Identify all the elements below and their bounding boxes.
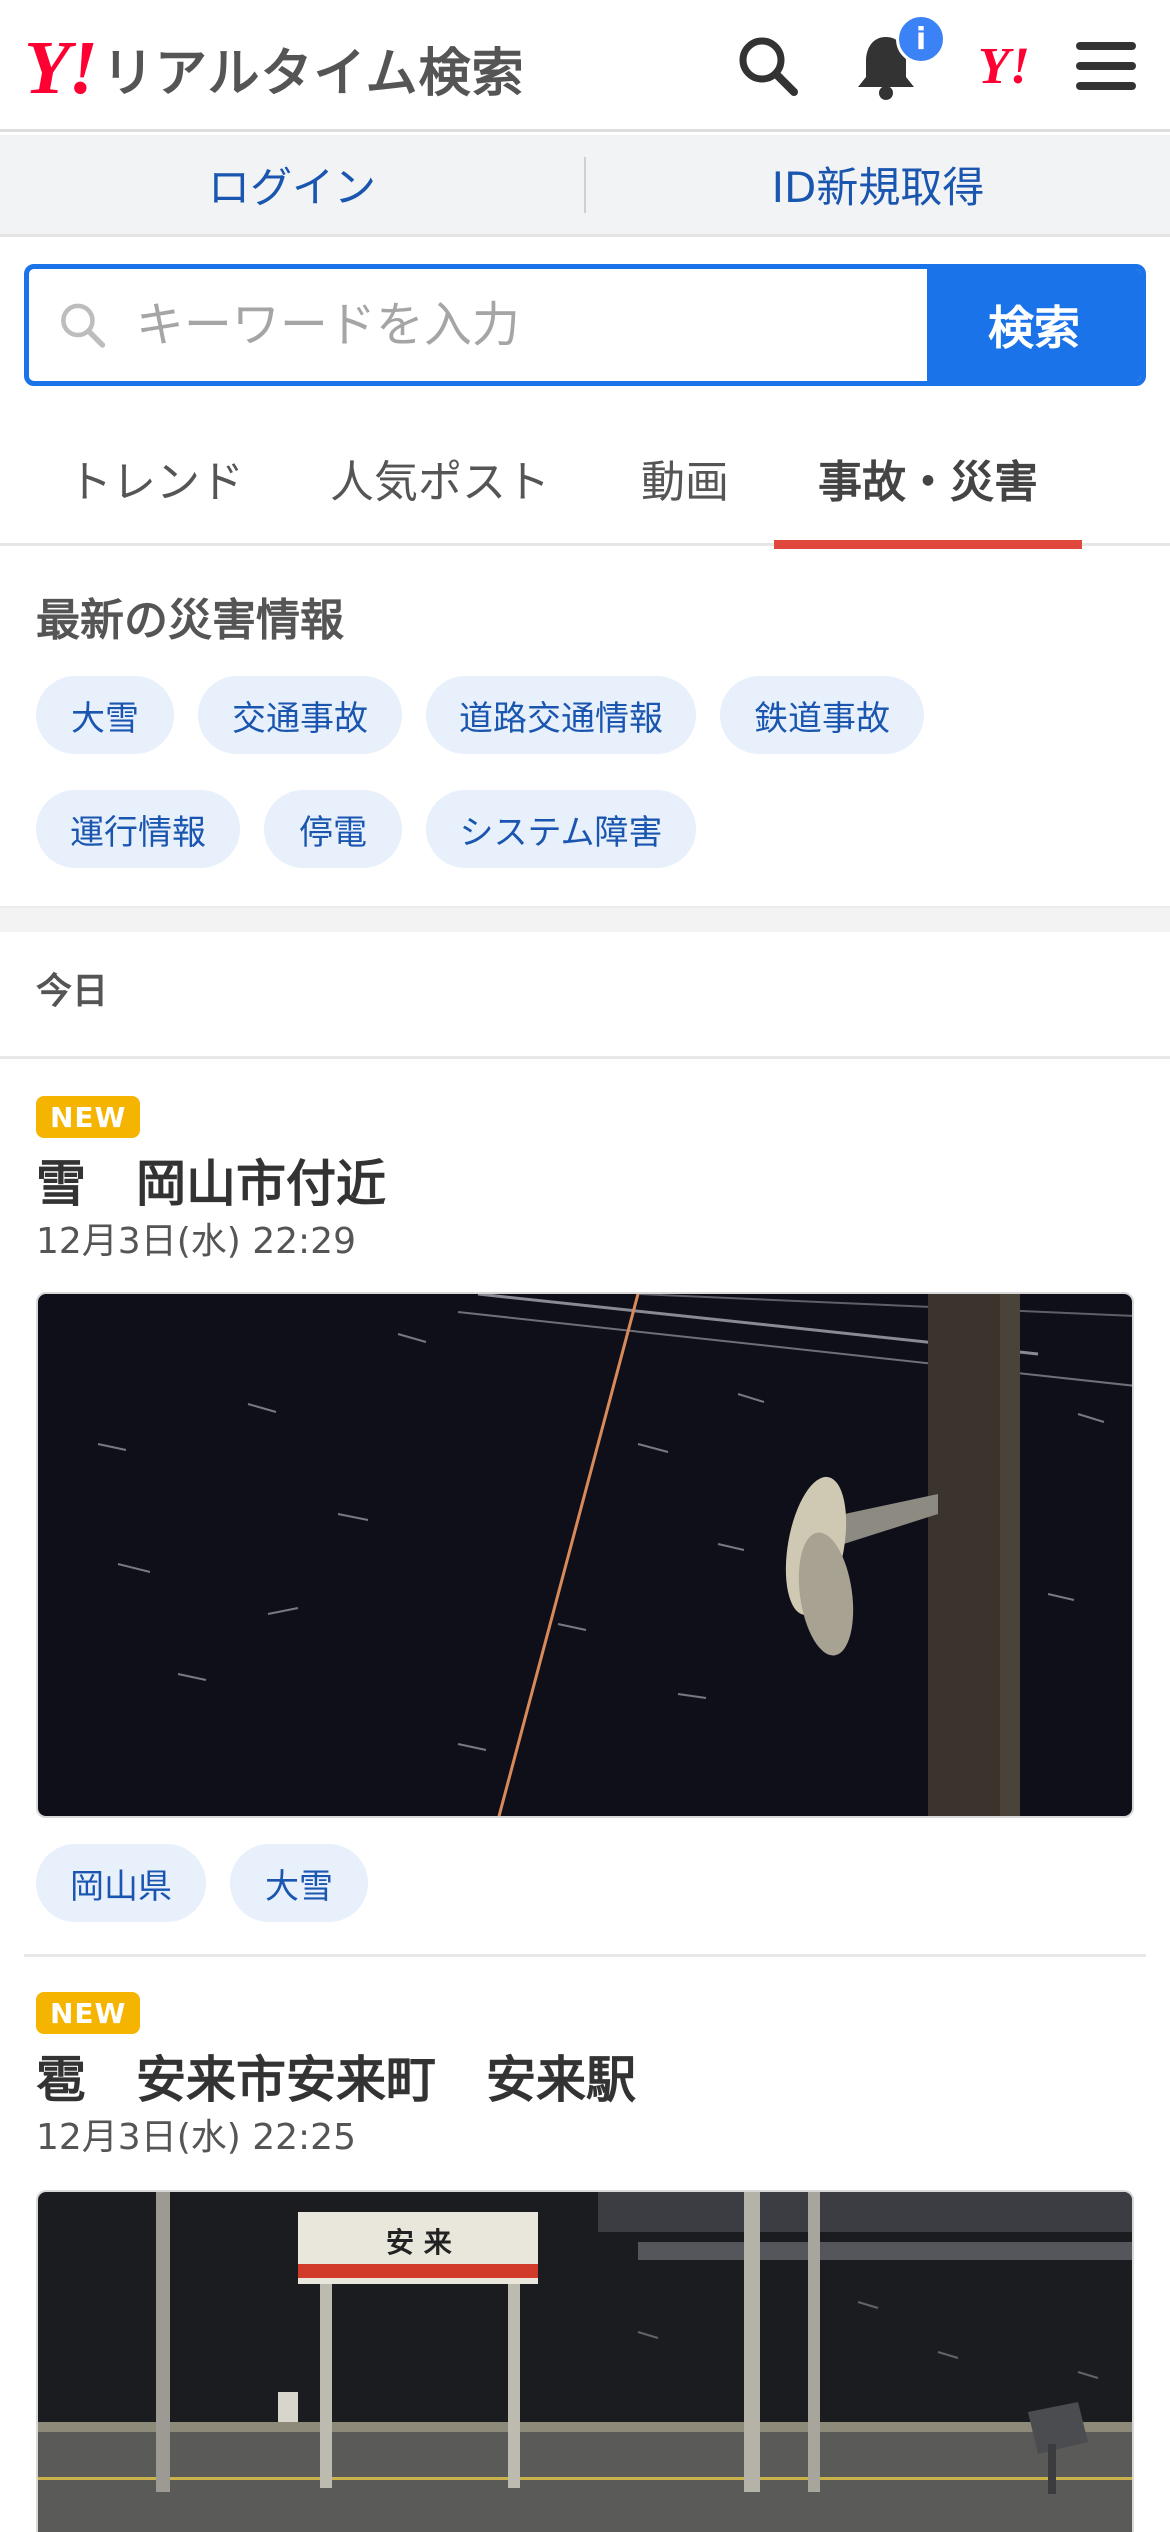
header: Y! リアルタイム検索 i Y!	[0, 0, 1170, 132]
station-sign-text: 安 来	[386, 2226, 452, 2259]
post-photo[interactable]: 安 来	[36, 2190, 1134, 2532]
notification-badge: i	[896, 14, 946, 64]
disaster-section-title: 最新の災害情報	[36, 595, 344, 646]
search-button[interactable]: 検索	[927, 269, 1141, 381]
tab-video[interactable]: 動画	[610, 410, 760, 546]
chip-system-failure[interactable]: システム障害	[426, 790, 696, 868]
yahoo-mark: Y!	[978, 37, 1030, 95]
post-timestamp: 12月3日(水) 22:29	[36, 1221, 356, 1262]
chip-power-outage[interactable]: 停電	[264, 790, 402, 868]
category-tabs: トレンド 人気ポスト 動画 事故・災害	[0, 410, 1170, 549]
snow-night-photo	[38, 1294, 1132, 1816]
logo-mark: Y!	[24, 26, 98, 110]
day-label: 今日	[36, 971, 109, 1012]
logo-text: リアルタイム検索	[102, 43, 525, 104]
tab-trend[interactable]: トレンド	[36, 410, 276, 546]
day-divider	[0, 1056, 1170, 1059]
search-box: 検索	[24, 264, 1146, 386]
search-field[interactable]	[29, 269, 927, 381]
chip-road-traffic[interactable]: 道路交通情報	[426, 676, 696, 754]
tab-accident-disaster[interactable]: 事故・災害	[774, 410, 1082, 549]
chip-traffic-accident[interactable]: 交通事故	[198, 676, 402, 754]
login-bar: ログイン ID新規取得	[0, 135, 1170, 237]
login-link[interactable]: ログイン	[0, 135, 584, 234]
post-photo[interactable]	[36, 1292, 1134, 1818]
yahoo-japan-icon[interactable]: Y!	[966, 28, 1042, 104]
search-icon[interactable]	[730, 28, 806, 104]
new-badge: NEW	[36, 1096, 141, 1138]
post-timestamp: 12月3日(水) 22:25	[36, 2117, 356, 2158]
chip-heavy-snow[interactable]: 大雪	[36, 676, 174, 754]
tag-heavy-snow[interactable]: 大雪	[230, 1844, 368, 1922]
tag-okayama[interactable]: 岡山県	[36, 1844, 206, 1922]
post-divider	[24, 1954, 1146, 1957]
yahoo-realtime-logo[interactable]: Y! リアルタイム検索	[24, 28, 524, 108]
post-title[interactable]: 雹 安来市安来町 安来駅	[36, 2040, 636, 2112]
station-platform-photo: 安 来	[38, 2192, 1132, 2532]
chip-service-info[interactable]: 運行情報	[36, 790, 240, 868]
hamburger-menu-icon[interactable]	[1068, 28, 1144, 104]
register-link[interactable]: ID新規取得	[586, 135, 1170, 234]
tab-popular-posts[interactable]: 人気ポスト	[300, 410, 580, 546]
post-title[interactable]: 雪 岡山市付近	[36, 1144, 386, 1216]
page: Y! リアルタイム検索 i Y! ログイン ID新規取得 キーワードを入力 検索…	[0, 0, 1170, 2532]
new-badge: NEW	[36, 1992, 141, 2034]
search-field-icon	[61, 303, 106, 348]
chip-railway-accident[interactable]: 鉄道事故	[720, 676, 924, 754]
section-divider	[0, 906, 1170, 932]
search-input[interactable]	[135, 297, 927, 353]
